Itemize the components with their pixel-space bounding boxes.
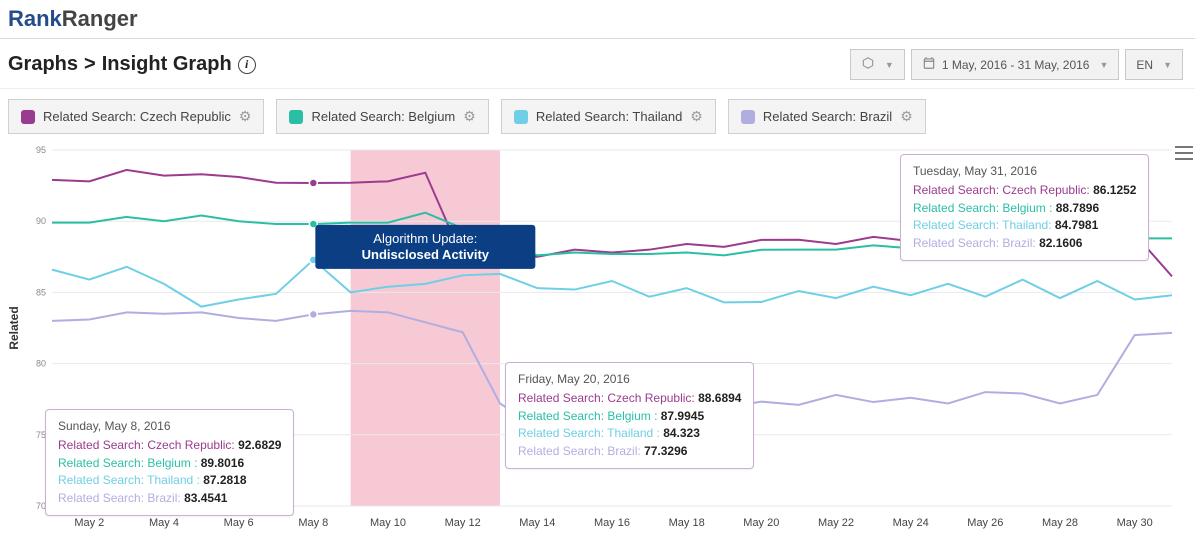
x-tick-label: May 18	[669, 517, 705, 529]
tooltip-row: Related Search: Brazil: 82.1606	[913, 235, 1136, 252]
x-tick-label: May 12	[445, 517, 481, 529]
info-icon[interactable]: i	[238, 56, 256, 74]
series-line[interactable]	[52, 260, 1172, 307]
x-tick-label: May 26	[967, 517, 1003, 529]
tooltip-row: Related Search: Thailand : 84.323	[518, 425, 741, 442]
series-swatch	[741, 110, 755, 124]
chevron-down-icon: ▼	[1099, 60, 1108, 70]
y-tick-label: 95	[36, 145, 46, 155]
tooltip-row: Related Search: Czech Republic: 86.1252	[913, 182, 1136, 199]
tooltip-may8: Sunday, May 8, 2016 Related Search: Czech…	[45, 409, 294, 516]
date-range-label: 1 May, 2016 - 31 May, 2016	[942, 58, 1090, 72]
gear-icon[interactable]: ⚙	[463, 108, 476, 125]
x-tick-label: May 6	[224, 517, 254, 529]
algorithm-update-band	[351, 150, 500, 506]
tooltip-row: Related Search: Czech Republic: 92.6829	[58, 437, 281, 454]
tooltip-row: Related Search: Brazil: 83.4541	[58, 490, 281, 507]
y-tick-label: 90	[36, 216, 46, 226]
chevron-down-icon: ▼	[885, 60, 894, 70]
x-tick-label: May 2	[74, 517, 104, 529]
tooltip-date: Sunday, May 8, 2016	[58, 418, 281, 435]
series-pill-label: Related Search: Thailand	[536, 109, 682, 124]
breadcrumb-root[interactable]: Graphs	[8, 53, 78, 76]
series-pill-label: Related Search: Czech Republic	[43, 109, 231, 124]
tooltip-date: Tuesday, May 31, 2016	[913, 163, 1136, 180]
y-tick-label: 85	[36, 287, 46, 297]
logo-part-rank: Rank	[8, 6, 62, 31]
chevron-down-icon: ▼	[1163, 60, 1172, 70]
x-tick-label: May 22	[818, 517, 854, 529]
series-pill-czech[interactable]: Related Search: Czech Republic ⚙	[8, 99, 264, 134]
x-tick-label: May 4	[149, 517, 179, 529]
series-marker[interactable]	[309, 310, 317, 318]
cube-icon	[861, 56, 875, 73]
tooltip-row: Related Search: Belgium : 89.8016	[58, 455, 281, 472]
series-pill-belgium[interactable]: Related Search: Belgium ⚙	[276, 99, 488, 134]
series-pill-label: Related Search: Belgium	[311, 109, 455, 124]
x-tick-label: May 20	[743, 517, 779, 529]
tooltip-row: Related Search: Belgium : 88.7896	[913, 200, 1136, 217]
cube-menu-button[interactable]: ▼	[850, 49, 905, 80]
y-axis-title: Related	[7, 306, 21, 349]
chart-panel: 707580859095RelatedMay 2May 4May 6May 8M…	[0, 144, 1195, 538]
x-tick-label: May 14	[519, 517, 555, 529]
x-tick-label: May 10	[370, 517, 406, 529]
algorithm-update-line1: Algorithm Update:	[373, 231, 477, 246]
series-swatch	[289, 110, 303, 124]
tooltip-may20: Friday, May 20, 2016 Related Search: Czec…	[505, 362, 754, 469]
calendar-icon	[922, 56, 936, 73]
tooltip-row: Related Search: Belgium : 87.9945	[518, 408, 741, 425]
app-logo: RankRanger	[0, 0, 1195, 34]
tooltip-row: Related Search: Thailand: 84.7981	[913, 217, 1136, 234]
series-marker[interactable]	[309, 179, 317, 187]
series-pill-brazil[interactable]: Related Search: Brazil ⚙	[728, 99, 926, 134]
title-bar: Graphs > Insight Graph i ▼ 1 May, 2016 -…	[0, 39, 1195, 89]
toolbar-right: ▼ 1 May, 2016 - 31 May, 2016 ▼ EN ▼	[850, 49, 1183, 80]
x-tick-label: May 16	[594, 517, 630, 529]
series-pill-row: Related Search: Czech Republic⚙Related S…	[0, 89, 1195, 144]
tooltip-date: Friday, May 20, 2016	[518, 371, 741, 388]
series-pill-label: Related Search: Brazil	[763, 109, 892, 124]
breadcrumb-leaf: Insight Graph	[102, 53, 232, 76]
gear-icon[interactable]: ⚙	[690, 108, 703, 125]
tooltip-row: Related Search: Thailand : 87.2818	[58, 472, 281, 489]
x-tick-label: May 24	[893, 517, 929, 529]
tooltip-row: Related Search: Czech Republic: 88.6894	[518, 390, 741, 407]
gear-icon[interactable]: ⚙	[239, 108, 252, 125]
breadcrumb: Graphs > Insight Graph i	[8, 53, 256, 76]
x-tick-label: May 8	[298, 517, 328, 529]
tooltip-row: Related Search: Brazil: 77.3296	[518, 443, 741, 460]
algorithm-update-line2: Undisclosed Activity	[362, 247, 490, 262]
language-button[interactable]: EN ▼	[1125, 49, 1183, 80]
series-swatch	[514, 110, 528, 124]
tooltip-may31: Tuesday, May 31, 2016 Related Search: Cze…	[900, 154, 1149, 261]
x-tick-label: May 28	[1042, 517, 1078, 529]
gear-icon[interactable]: ⚙	[900, 108, 913, 125]
logo-part-ranger: Ranger	[62, 6, 138, 31]
language-label: EN	[1136, 58, 1153, 72]
y-tick-label: 80	[36, 359, 46, 369]
series-swatch	[21, 110, 35, 124]
date-range-button[interactable]: 1 May, 2016 - 31 May, 2016 ▼	[911, 49, 1120, 80]
series-pill-thailand[interactable]: Related Search: Thailand ⚙	[501, 99, 716, 134]
x-tick-label: May 30	[1117, 517, 1153, 529]
breadcrumb-sep: >	[84, 53, 96, 76]
chart-menu-icon[interactable]	[1175, 146, 1193, 160]
